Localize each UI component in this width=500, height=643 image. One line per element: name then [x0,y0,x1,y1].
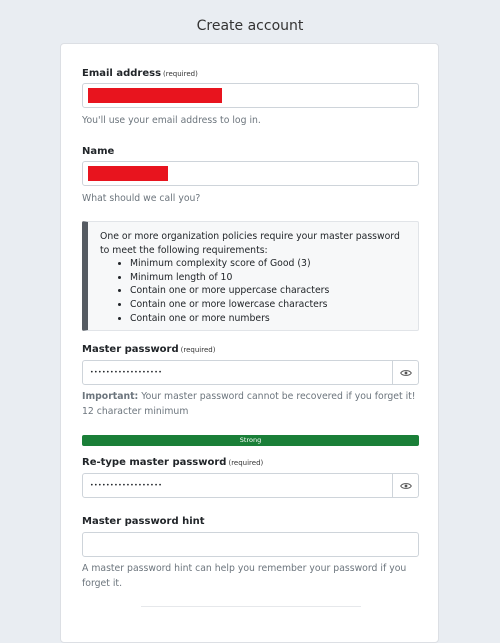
divider [141,606,361,607]
retype-password-required-note: (required) [228,459,264,467]
retype-password-group: •••••••••••••••••• [82,473,419,498]
toggle-password-visibility-button[interactable] [392,360,419,385]
master-password-label-text: Master password [82,344,179,355]
policy-requirement: Contain one or more uppercase characters [130,284,410,298]
redacted-name-value [88,166,168,181]
policy-requirement: Minimum complexity score of Good (3) [130,257,410,271]
email-label: Email address (required) [82,68,198,79]
master-password-help: Important: Your master password cannot b… [82,389,422,419]
master-password-required-note: (required) [180,346,216,354]
master-password-field[interactable]: •••••••••••••••••• [82,360,393,385]
page-title: Create account [196,18,304,34]
password-hint-field[interactable] [82,532,419,557]
important-label: Important: [82,391,139,402]
redacted-email-value [88,88,222,103]
password-hint-help: A master password hint can help you reme… [82,563,407,589]
name-label: Name [82,146,114,157]
master-password-label: Master password (required) [82,344,215,355]
toggle-retype-visibility-button[interactable] [392,473,419,498]
policy-requirement: Contain one or more numbers [130,312,410,326]
retype-password-field[interactable]: •••••••••••••••••• [82,473,393,498]
policy-requirements-list: Minimum complexity score of Good (3) Min… [100,257,410,325]
eye-icon [399,482,412,489]
create-account-form: Email address (required) You'll use your … [60,43,439,643]
password-policy-callout: One or more organization policies requir… [82,221,419,331]
password-strength-meter: Strong [82,435,419,446]
policy-intro: One or more organization policies requir… [100,231,400,256]
name-help-text: What should we call you? [82,193,201,204]
email-help-text: You'll use your email address to log in. [82,115,261,126]
password-hint-label-text: Master password hint [82,516,205,527]
retype-password-label-text: Re-type master password [82,457,227,468]
email-label-text: Email address [82,68,162,79]
password-hint-label: Master password hint [82,516,205,527]
email-field[interactable] [82,83,419,108]
retype-password-label: Re-type master password (required) [82,457,263,468]
name-label-text: Name [82,146,115,157]
master-password-group: •••••••••••••••••• [82,360,419,385]
name-field[interactable] [82,161,419,186]
policy-requirement: Contain one or more lowercase characters [130,298,410,312]
policy-requirement: Minimum length of 10 [130,271,410,285]
eye-icon [399,369,412,376]
email-required-note: (required) [163,70,198,78]
